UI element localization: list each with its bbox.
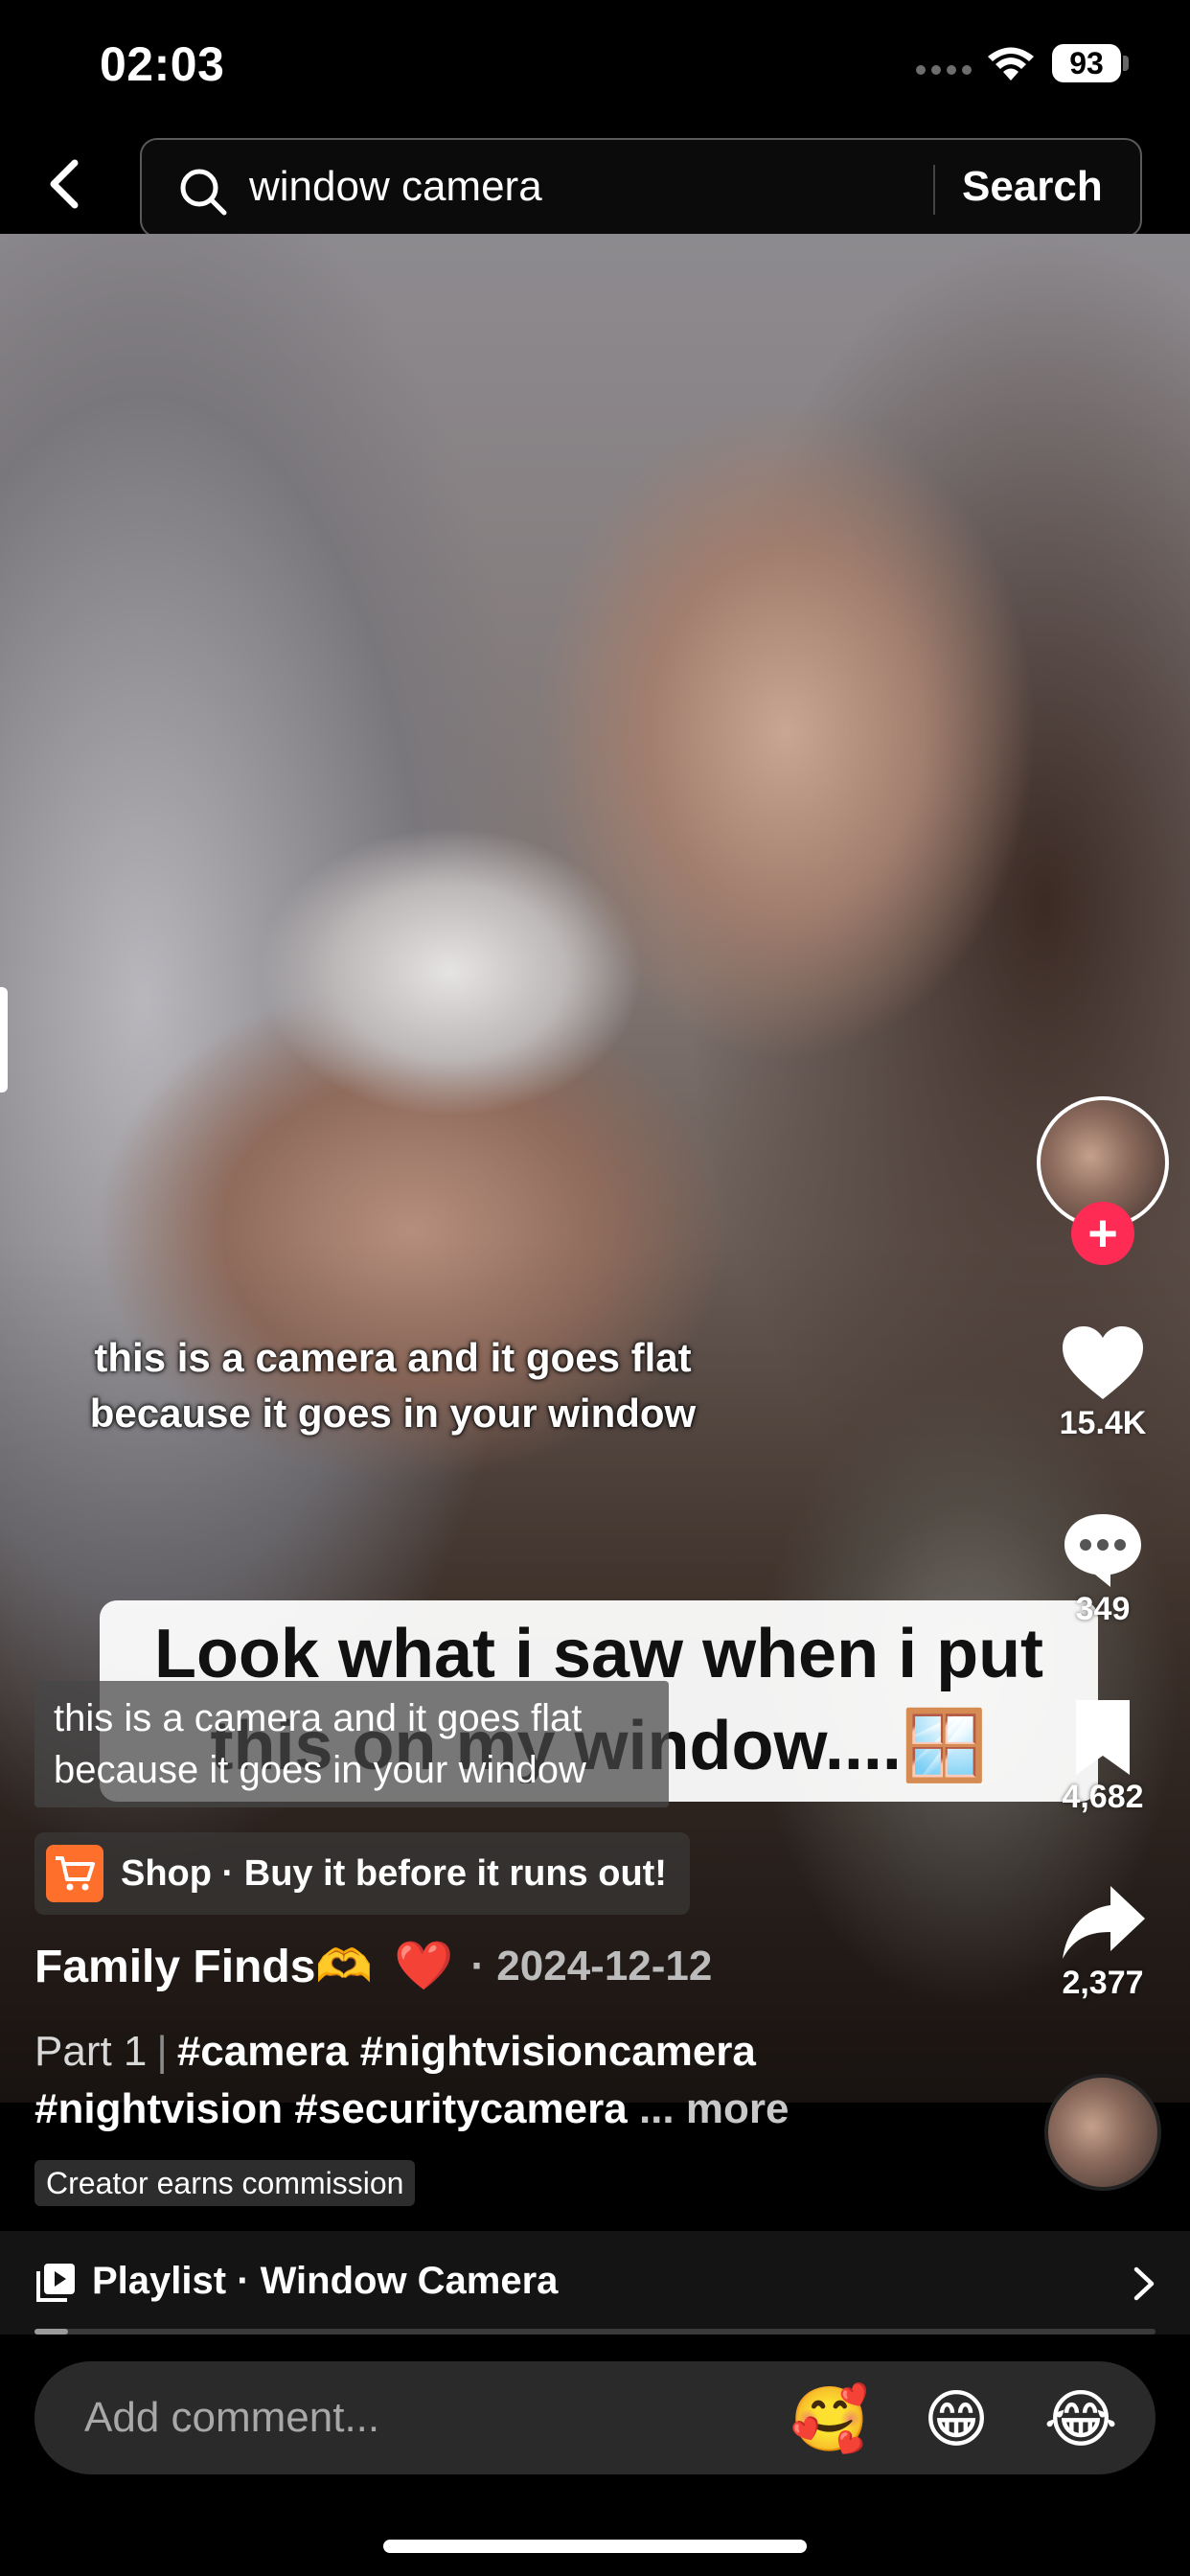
playlist-bar[interactable]: Playlist · Window Camera bbox=[0, 2231, 1190, 2334]
shop-chip[interactable]: Shop · Buy it before it runs out! bbox=[34, 1832, 690, 1915]
search-divider bbox=[933, 165, 935, 215]
search-icon bbox=[180, 169, 227, 216]
post-date: · 2024-12-12 bbox=[470, 1942, 713, 1990]
share-button[interactable]: 2,377 bbox=[1046, 1882, 1159, 2002]
playlist-label: Playlist · Window Camera bbox=[92, 2260, 559, 2302]
author-line: Family Finds🫶 ❤️ · 2024-12-12 bbox=[34, 1938, 712, 1994]
part-separator: | bbox=[156, 2028, 168, 2075]
edge-handle[interactable] bbox=[0, 987, 8, 1092]
heart-icon bbox=[1063, 1326, 1143, 1399]
hashtags-line-1[interactable]: #camera #nightvisioncamera bbox=[177, 2028, 756, 2075]
share-arrow-icon bbox=[1063, 1886, 1145, 1959]
comment-button[interactable]: 349 bbox=[1046, 1508, 1159, 1628]
like-count: 15.4K bbox=[1059, 1405, 1147, 1441]
bookmark-button[interactable]: 4,682 bbox=[1046, 1696, 1159, 1816]
add-comment-input[interactable]: Add comment... 🥰 😁 😂 bbox=[34, 2361, 1156, 2474]
comment-icon bbox=[1064, 1514, 1141, 1587]
cellular-signal-icon bbox=[916, 65, 972, 75]
search-button[interactable]: Search bbox=[962, 163, 1103, 211]
post-caption-line-1[interactable]: Part 1 | #camera #nightvisioncamera bbox=[34, 2024, 756, 2080]
shopping-cart-icon bbox=[46, 1845, 103, 1902]
post-caption-line-2[interactable]: #nightvision #securitycamera ... more bbox=[34, 2082, 789, 2137]
music-disc-avatar[interactable] bbox=[1044, 2074, 1161, 2191]
bookmark-count: 4,682 bbox=[1062, 1779, 1144, 1815]
commission-badge: Creator earns commission bbox=[34, 2160, 416, 2206]
comment-count: 349 bbox=[1075, 1591, 1131, 1627]
playlist-icon bbox=[36, 2264, 75, 2302]
chevron-right-icon bbox=[1133, 2266, 1155, 2301]
more-link[interactable]: ... more bbox=[639, 2085, 790, 2132]
home-indicator[interactable] bbox=[383, 2540, 807, 2553]
search-box[interactable]: window camera Search bbox=[140, 138, 1142, 238]
emoji-smiling-hearts-button[interactable]: 🥰 bbox=[790, 2380, 870, 2457]
battery-icon bbox=[1123, 56, 1129, 71]
chevron-left-icon bbox=[50, 159, 79, 209]
wifi-icon bbox=[988, 47, 1034, 80]
video-overlay-caption: this is a camera and it goes flat becaus… bbox=[89, 1335, 697, 1436]
emoji-grin-button[interactable]: 😁 bbox=[916, 2380, 996, 2457]
shop-text: Shop · Buy it before it runs out! bbox=[121, 1852, 667, 1894]
search-header: window camera Search bbox=[0, 134, 1190, 238]
status-bar: 02:03 93 bbox=[0, 0, 1190, 134]
status-time: 02:03 bbox=[100, 37, 225, 91]
follow-button[interactable]: + bbox=[1071, 1202, 1134, 1265]
author-heart-emoji: ❤️ bbox=[394, 1939, 454, 1992]
bookmark-icon bbox=[1076, 1700, 1130, 1775]
video-player[interactable] bbox=[0, 234, 1190, 2103]
share-count: 2,377 bbox=[1062, 1965, 1144, 2001]
battery-level: 93 bbox=[1052, 44, 1121, 82]
author-name[interactable]: Family Finds🫶 bbox=[34, 1939, 373, 1993]
hashtags-line-2[interactable]: #nightvision #securitycamera bbox=[34, 2085, 628, 2132]
emoji-tears-of-joy-button[interactable]: 😂 bbox=[1041, 2380, 1121, 2457]
search-input[interactable]: window camera bbox=[249, 163, 542, 211]
comment-placeholder: Add comment... bbox=[84, 2394, 380, 2441]
part-label: Part 1 bbox=[34, 2028, 148, 2075]
like-button[interactable]: 15.4K bbox=[1046, 1322, 1159, 1442]
closed-caption: this is a camera and it goes flat becaus… bbox=[34, 1681, 669, 1807]
back-button[interactable] bbox=[34, 155, 92, 213]
